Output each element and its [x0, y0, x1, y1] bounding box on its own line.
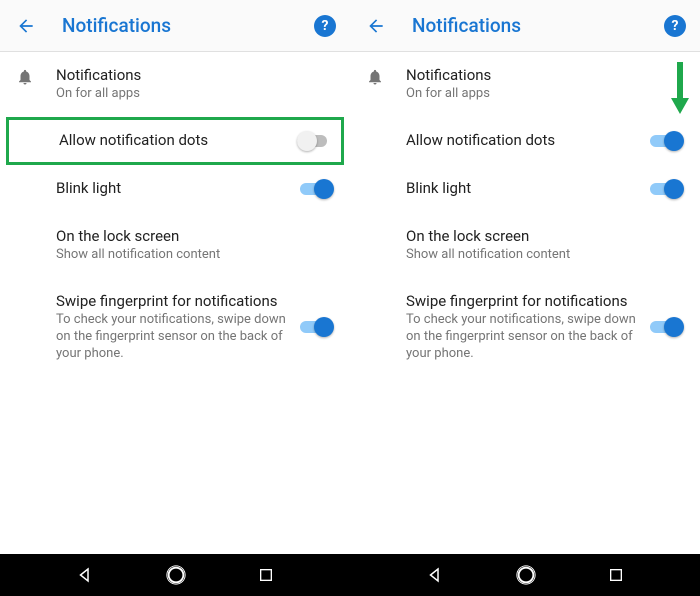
label: Blink light: [406, 179, 640, 197]
android-navbar: [350, 554, 700, 596]
bell-icon: [366, 66, 406, 86]
swipe-switch[interactable]: [300, 317, 334, 337]
row-swipe-fingerprint[interactable]: Swipe fingerprint for notifications To c…: [0, 278, 350, 377]
bell-icon: [16, 66, 56, 86]
label: Blink light: [56, 179, 290, 197]
label: Notifications: [406, 66, 684, 84]
dots-switch[interactable]: [650, 131, 684, 151]
arrow-annotation-icon: [668, 60, 692, 116]
nav-back-icon[interactable]: [426, 566, 444, 584]
blink-switch[interactable]: [650, 179, 684, 199]
nav-recent-icon[interactable]: [608, 567, 624, 583]
row-notifications[interactable]: Notifications On for all apps: [350, 52, 700, 117]
row-swipe-fingerprint[interactable]: Swipe fingerprint for notifications To c…: [350, 278, 700, 377]
label: On the lock screen: [56, 227, 334, 245]
sublabel: On for all apps: [406, 86, 684, 103]
android-navbar: [0, 554, 350, 596]
row-lock-screen[interactable]: On the lock screen Show all notification…: [350, 213, 700, 278]
sublabel: To check your notifications, swipe down …: [56, 312, 290, 363]
label: On the lock screen: [406, 227, 684, 245]
row-blink-light[interactable]: Blink light: [0, 165, 350, 213]
nav-home-icon[interactable]: [165, 564, 187, 586]
label: Swipe fingerprint for notifications: [406, 292, 640, 310]
header: Notifications ?: [0, 0, 350, 52]
page-title: Notifications: [412, 14, 664, 37]
back-icon[interactable]: [364, 14, 388, 38]
label: Allow notification dots: [406, 131, 640, 149]
content: Notifications On for all apps Allow noti…: [0, 52, 350, 554]
header: Notifications ?: [350, 0, 700, 52]
sublabel: Show all notification content: [406, 247, 684, 264]
row-allow-dots[interactable]: Allow notification dots: [350, 117, 700, 165]
nav-back-icon[interactable]: [76, 566, 94, 584]
nav-home-icon[interactable]: [515, 564, 537, 586]
help-icon[interactable]: ?: [314, 15, 336, 37]
phone-right: Notifications ? Notifications On for all…: [350, 0, 700, 596]
content: Notifications On for all apps Allow noti…: [350, 52, 700, 554]
row-blink-light[interactable]: Blink light: [350, 165, 700, 213]
sublabel: Show all notification content: [56, 247, 334, 264]
row-lock-screen[interactable]: On the lock screen Show all notification…: [0, 213, 350, 278]
row-notifications[interactable]: Notifications On for all apps: [0, 52, 350, 117]
sublabel: On for all apps: [56, 86, 334, 103]
swipe-switch[interactable]: [650, 317, 684, 337]
row-allow-dots[interactable]: Allow notification dots: [6, 117, 344, 165]
blink-switch[interactable]: [300, 179, 334, 199]
dots-switch[interactable]: [297, 131, 331, 151]
nav-recent-icon[interactable]: [258, 567, 274, 583]
phone-left: Notifications ? Notifications On for all…: [0, 0, 350, 596]
sublabel: To check your notifications, swipe down …: [406, 312, 640, 363]
help-icon[interactable]: ?: [664, 15, 686, 37]
back-icon[interactable]: [14, 14, 38, 38]
page-title: Notifications: [62, 14, 314, 37]
label: Swipe fingerprint for notifications: [56, 292, 290, 310]
label: Notifications: [56, 66, 334, 84]
label: Allow notification dots: [59, 131, 287, 149]
